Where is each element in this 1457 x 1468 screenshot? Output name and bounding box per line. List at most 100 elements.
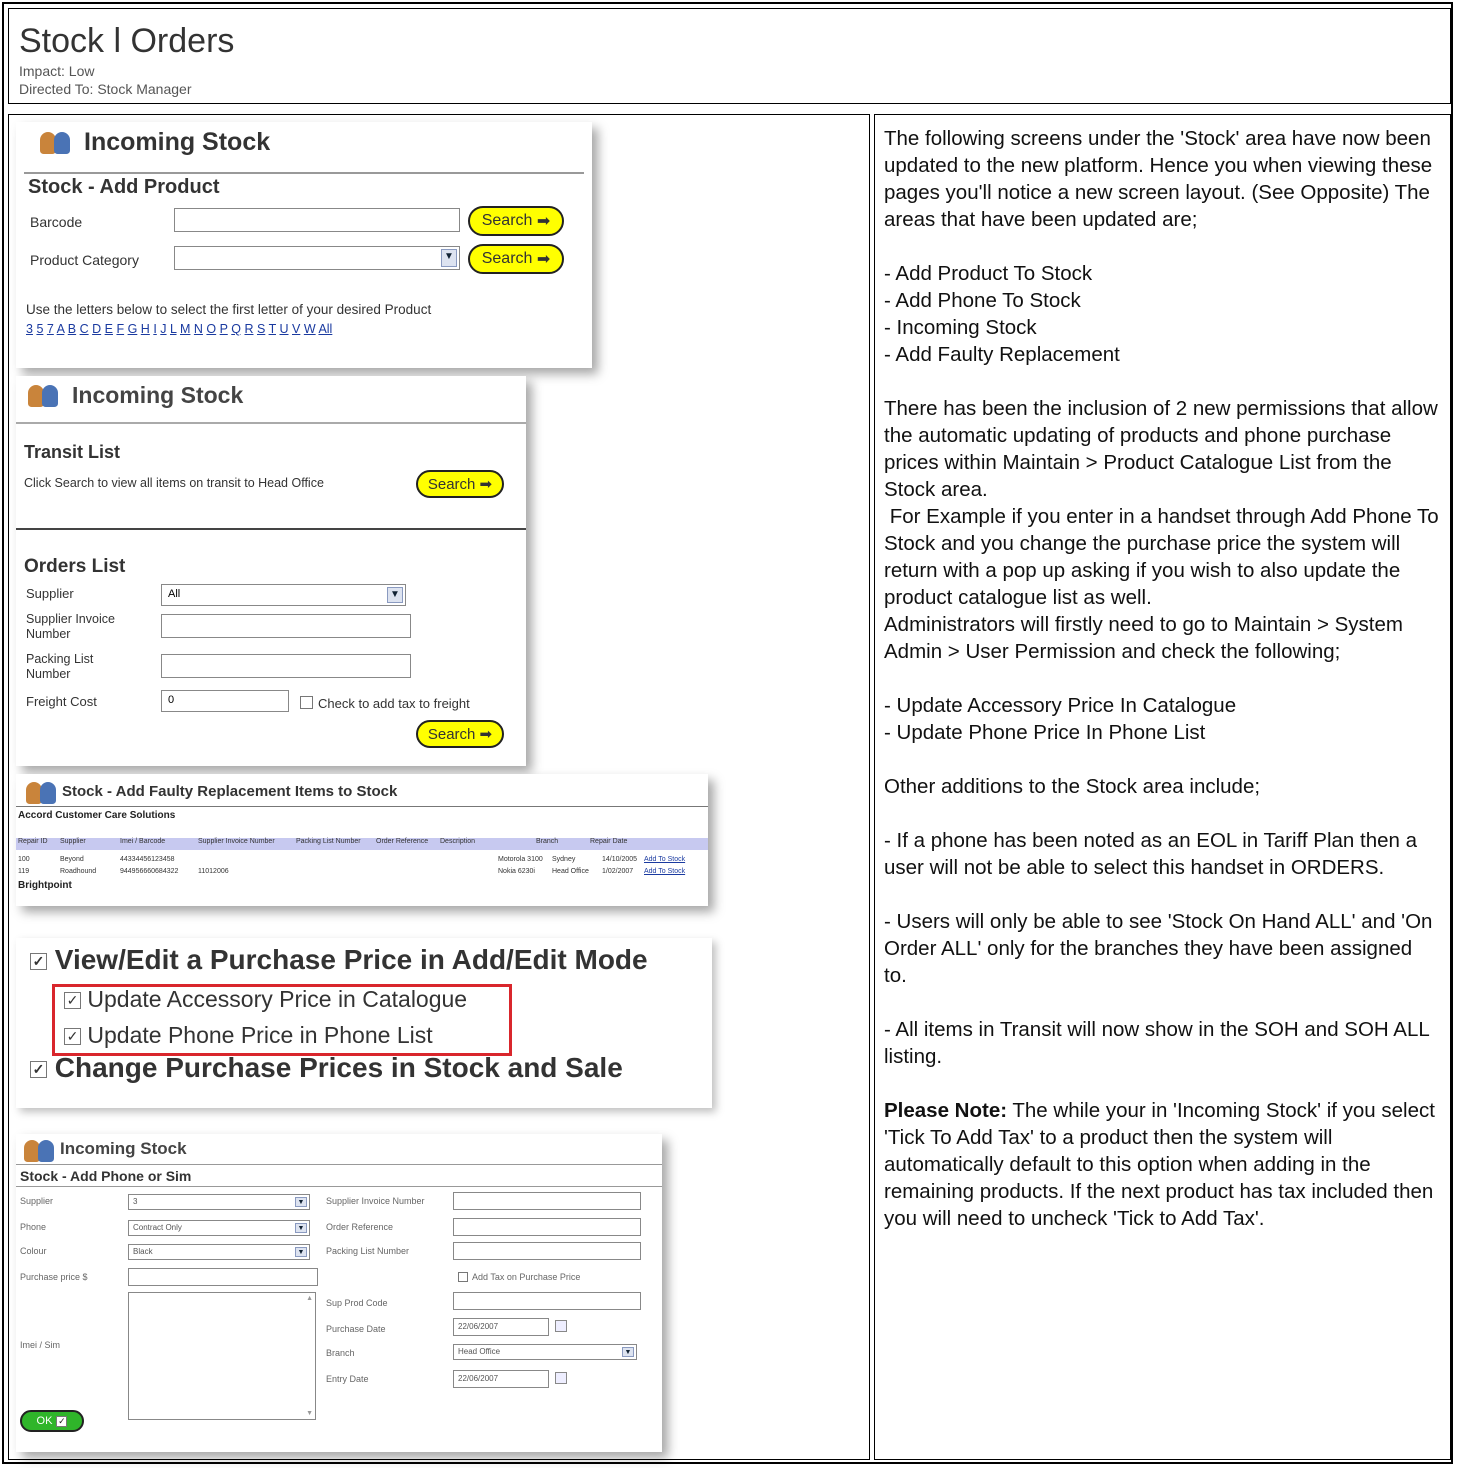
letter-link[interactable]: O bbox=[206, 322, 216, 336]
entry-date-label: Entry Date bbox=[326, 1374, 369, 1384]
freight-cost-input[interactable]: 0 bbox=[161, 690, 289, 712]
letter-link[interactable]: P bbox=[220, 322, 228, 336]
calendar-icon[interactable] bbox=[555, 1372, 567, 1384]
purchase-price-label: Purchase price $ bbox=[20, 1272, 88, 1282]
intro-paragraph: The following screens under the 'Stock' … bbox=[884, 127, 1433, 231]
arrow-right-icon: ➡ bbox=[532, 213, 551, 230]
letter-link[interactable]: W bbox=[304, 322, 316, 336]
row-branch: Sydney bbox=[552, 856, 576, 863]
letter-link[interactable]: S bbox=[257, 322, 265, 336]
faulty-replacement-screenshot: Stock - Add Faulty Replacement Items to … bbox=[16, 774, 708, 906]
letter-link[interactable]: R bbox=[244, 322, 253, 336]
letters-hint: Use the letters below to select the firs… bbox=[26, 302, 432, 317]
transit-search-button[interactable]: Search ➡ bbox=[416, 470, 504, 498]
letter-link[interactable]: B bbox=[68, 322, 76, 336]
permission-item: - Update Phone Price In Phone List bbox=[884, 721, 1206, 744]
letter-link[interactable]: H bbox=[141, 322, 150, 336]
row-supplier: Roadhound bbox=[60, 868, 97, 875]
ok-button[interactable]: OK ✓ bbox=[20, 1410, 84, 1432]
chevron-down-icon: ▼ bbox=[295, 1223, 307, 1233]
category-search-button[interactable]: Search ➡ bbox=[468, 244, 564, 274]
transit-orders-screenshot: Incoming Stock Transit List Click Search… bbox=[16, 376, 526, 766]
letter-link[interactable]: V bbox=[292, 322, 300, 336]
purchase-price-input[interactable] bbox=[128, 1268, 318, 1286]
add-to-stock-link[interactable]: Add To Stock bbox=[644, 856, 685, 863]
perm-phone-checkbox[interactable]: ✓ bbox=[64, 1028, 81, 1046]
letter-link[interactable]: G bbox=[128, 322, 138, 336]
arrow-right-icon: ➡ bbox=[475, 726, 493, 743]
letter-link[interactable]: 7 bbox=[47, 322, 54, 336]
ok-label: OK bbox=[36, 1415, 53, 1427]
permission-item: - Update Accessory Price In Catalogue bbox=[884, 694, 1237, 717]
freight-tax-checkbox[interactable] bbox=[300, 696, 313, 709]
scroll-up-icon: ▲ bbox=[306, 1295, 313, 1302]
letter-link[interactable]: J bbox=[160, 322, 166, 336]
supplier-invoice-label: Supplier Invoice Number bbox=[326, 1196, 425, 1206]
branch-select[interactable]: Head Office ▼ bbox=[453, 1344, 637, 1360]
transit-list-title: Transit List bbox=[24, 442, 121, 462]
imei-sim-textarea[interactable]: ▲ ▼ bbox=[128, 1292, 316, 1420]
packing-list-label: Packing List Number bbox=[26, 652, 94, 681]
supplier-invoice-label: Supplier Invoice Number bbox=[26, 612, 115, 641]
colour-label: Colour bbox=[20, 1246, 47, 1256]
transit-hint: Click Search to view all items on transi… bbox=[24, 476, 324, 490]
letter-link[interactable]: U bbox=[279, 322, 288, 336]
col-header: Imei / Barcode bbox=[120, 838, 166, 845]
letter-link[interactable]: T bbox=[269, 322, 276, 336]
packing-list-label: Packing List Number bbox=[326, 1246, 410, 1256]
updated-area-item: - Add Product To Stock bbox=[884, 262, 1093, 285]
example-paragraph: For Example if you enter in a handset th… bbox=[884, 505, 1445, 609]
product-category-select[interactable]: ▼ bbox=[174, 246, 460, 270]
packing-list-input[interactable] bbox=[161, 654, 411, 678]
letter-link[interactable]: 3 bbox=[26, 322, 33, 336]
entry-date-input[interactable]: 22/06/2007 bbox=[453, 1370, 549, 1388]
order-reference-label: Order Reference bbox=[326, 1222, 394, 1232]
phone-label: Phone bbox=[20, 1222, 47, 1232]
letter-link[interactable]: E bbox=[105, 322, 113, 336]
add-tax-checkbox[interactable] bbox=[458, 1272, 468, 1282]
add-phone-subheading: Stock - Add Phone or Sim bbox=[20, 1168, 192, 1184]
supplier-invoice-input[interactable] bbox=[161, 614, 411, 638]
letter-link[interactable]: N bbox=[194, 322, 203, 336]
supplier-select[interactable]: All ▼ bbox=[161, 584, 406, 606]
supplier-value: All bbox=[168, 588, 181, 600]
perm-phone-label: Update Phone Price in Phone List bbox=[87, 1022, 433, 1048]
calendar-icon[interactable] bbox=[555, 1320, 567, 1332]
col-header: Repair ID bbox=[18, 838, 48, 845]
letter-link[interactable]: M bbox=[180, 322, 190, 336]
supplier-invoice-input[interactable] bbox=[453, 1192, 641, 1210]
letter-link[interactable]: C bbox=[80, 322, 89, 336]
letter-link[interactable]: F bbox=[116, 322, 124, 336]
letter-link[interactable]: All bbox=[318, 322, 332, 336]
order-reference-input[interactable] bbox=[453, 1218, 641, 1236]
supplier-select[interactable]: 3 ▼ bbox=[128, 1194, 310, 1210]
col-header: Branch bbox=[536, 838, 559, 845]
purchase-date-input[interactable]: 22/06/2007 bbox=[453, 1318, 549, 1336]
letter-link[interactable]: 5 bbox=[36, 322, 43, 336]
perm-view-edit-checkbox[interactable]: ✓ bbox=[30, 953, 47, 971]
purchase-date-label: Purchase Date bbox=[326, 1324, 386, 1334]
add-to-stock-link[interactable]: Add To Stock bbox=[644, 868, 685, 875]
perm-change-checkbox[interactable]: ✓ bbox=[30, 1061, 47, 1079]
packing-list-input[interactable] bbox=[453, 1242, 641, 1260]
purchase-date-value: 22/06/2007 bbox=[458, 1322, 499, 1331]
colour-select[interactable]: Black ▼ bbox=[128, 1244, 310, 1260]
sup-prod-code-input[interactable] bbox=[453, 1292, 641, 1310]
row-date: 14/10/2005 bbox=[602, 856, 638, 863]
colour-value: Black bbox=[133, 1247, 153, 1256]
soh-paragraph: - Users will only be able to see 'Stock … bbox=[884, 910, 1433, 987]
letter-link[interactable]: Q bbox=[231, 322, 241, 336]
letter-link[interactable]: L bbox=[170, 322, 177, 336]
phone-value: Contract Only bbox=[133, 1223, 182, 1232]
barcode-input[interactable] bbox=[174, 208, 460, 232]
orders-search-button[interactable]: Search ➡ bbox=[416, 720, 504, 748]
imei-sim-label: Imei / Sim bbox=[20, 1340, 61, 1350]
row-branch: Head Office bbox=[552, 868, 589, 875]
letter-link[interactable]: I bbox=[153, 322, 156, 336]
perm-accessory-checkbox[interactable]: ✓ bbox=[64, 992, 81, 1010]
letter-link[interactable]: A bbox=[57, 322, 65, 336]
letter-link[interactable]: D bbox=[92, 322, 101, 336]
barcode-search-button[interactable]: Search ➡ bbox=[468, 206, 564, 236]
supplier-value: 3 bbox=[133, 1197, 138, 1206]
phone-select[interactable]: Contract Only ▼ bbox=[128, 1220, 310, 1236]
